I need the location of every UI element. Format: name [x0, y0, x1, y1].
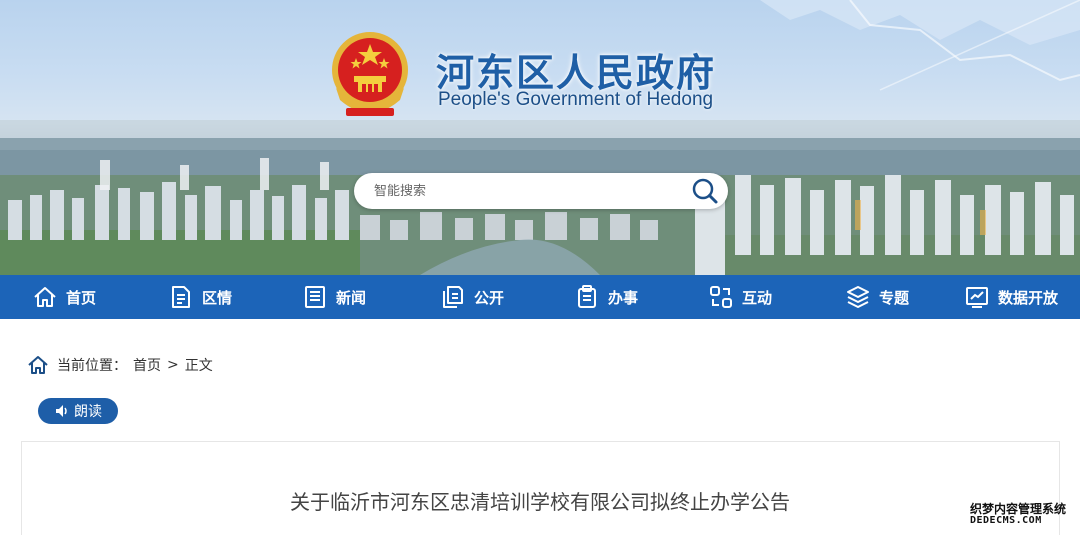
nav-item-public[interactable]: 公开: [440, 275, 504, 319]
article-title: 关于临沂市河东区忠清培训学校有限公司拟终止办学公告: [290, 490, 790, 514]
data-icon: [966, 287, 988, 308]
breadcrumb: 当前位置： 首页 > 正文: [27, 354, 213, 376]
breadcrumb-link-current[interactable]: 正文: [185, 355, 213, 375]
nav-label: 首页: [66, 288, 97, 307]
nav-label: 区情: [202, 288, 233, 307]
files-icon: [443, 286, 463, 308]
nav-label: 办事: [608, 288, 639, 307]
header-banner: 河东区人民政府 People's Government of Hedong: [0, 0, 1080, 275]
site-subtitle: People's Government of Hedong: [438, 89, 714, 110]
read-aloud-button[interactable]: 朗读: [38, 398, 118, 424]
nav-item-news[interactable]: 新闻: [302, 275, 366, 319]
nav-item-home[interactable]: 首页: [32, 275, 96, 319]
read-aloud-label: 朗读: [74, 404, 102, 420]
nav-label: 数据开放: [998, 288, 1059, 307]
national-emblem-icon: [332, 32, 408, 116]
nav-item-interaction[interactable]: 互动: [708, 275, 772, 319]
breadcrumb-link-home[interactable]: 首页: [133, 355, 161, 375]
nav-label: 互动: [742, 288, 773, 307]
nav-item-open-data[interactable]: 数据开放: [964, 275, 1058, 319]
nav-label: 专题: [879, 288, 910, 307]
breadcrumb-separator: >: [167, 357, 179, 373]
search-input[interactable]: [374, 173, 674, 209]
nav-item-district-info[interactable]: 区情: [168, 275, 232, 319]
home-icon: [34, 287, 56, 307]
speaker-icon: [56, 405, 67, 417]
document-icon: [172, 286, 190, 308]
search-icon[interactable]: [690, 176, 720, 206]
nav-item-services[interactable]: 办事: [574, 275, 638, 319]
home-icon: [28, 356, 48, 374]
nav-item-topics[interactable]: 专题: [845, 275, 909, 319]
watermark-url: DEDECMS.COM: [970, 515, 1042, 526]
layers-icon: [847, 286, 869, 308]
search-box: [354, 173, 728, 209]
clipboard-icon: [578, 285, 596, 308]
breadcrumb-prefix: 当前位置：: [57, 358, 127, 374]
newspaper-icon: [305, 286, 325, 308]
nav-label: 新闻: [336, 288, 367, 307]
interaction-icon: [710, 286, 732, 308]
main-nav: 首页 区情 新闻 公开 办事 互动 专题 数据开放: [0, 275, 1080, 319]
nav-label: 公开: [474, 288, 505, 307]
